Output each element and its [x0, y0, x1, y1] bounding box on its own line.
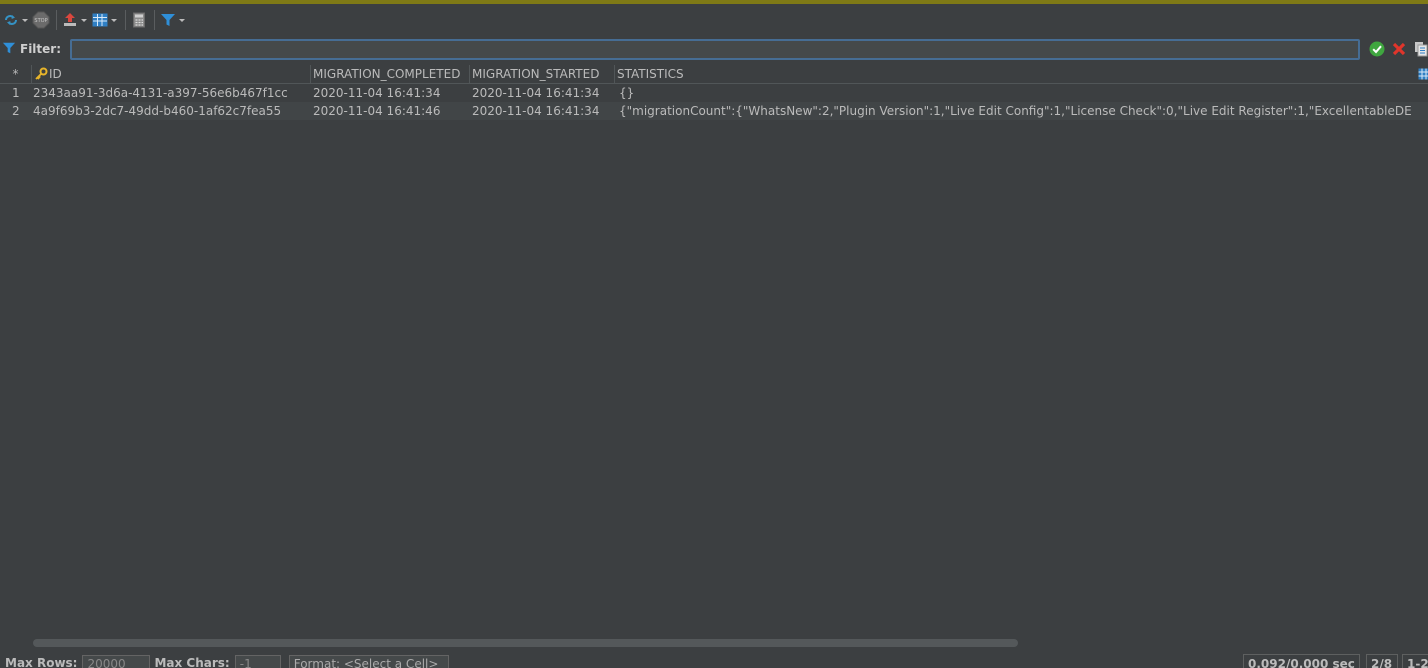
column-header-id-label: ID — [49, 67, 62, 81]
max-rows-input[interactable]: 20000 — [82, 655, 151, 668]
primary-key-icon — [34, 67, 48, 81]
query-timing: 0.092/0.000 sec — [1243, 654, 1360, 668]
cell-migration-completed[interactable]: 2020-11-04 16:41:34 — [313, 84, 468, 102]
window-accent-bar — [0, 0, 1428, 4]
column-header-statistics[interactable]: STATISTICS — [615, 65, 1415, 83]
export-dropdown-chevron-icon[interactable] — [79, 11, 89, 29]
toolbar: STOP — [0, 6, 1428, 34]
calculator-icon — [130, 11, 148, 29]
cell-migration-started[interactable]: 2020-11-04 16:41:34 — [472, 102, 613, 120]
filter-input[interactable] — [70, 39, 1360, 60]
horizontal-scrollbar-thumb[interactable] — [33, 639, 1018, 647]
format-selector[interactable]: Format: <Select a Cell> — [288, 655, 449, 668]
grid-header: * ID MIGRATION_COMPLETED MIGRATION_START… — [0, 64, 1428, 84]
stop-button[interactable]: STOP — [32, 8, 50, 32]
cell-statistics[interactable]: {} — [619, 84, 1421, 102]
stop-icon: STOP — [32, 11, 50, 29]
row-number-header: * — [0, 65, 32, 83]
cell-migration-completed[interactable]: 2020-11-04 16:41:46 — [313, 102, 468, 120]
fetched-count: 2/8 — [1366, 654, 1398, 668]
toolbar-separator — [154, 10, 155, 30]
cell-id[interactable]: 4a9f69b3-2dc7-49dd-b460-1af62c7fea55 — [33, 102, 309, 120]
column-chooser-icon[interactable] — [1418, 68, 1428, 83]
horizontal-scrollbar[interactable] — [0, 636, 1428, 648]
filter-icon — [159, 11, 177, 29]
results-grid: * ID MIGRATION_COMPLETED MIGRATION_START… — [0, 64, 1428, 634]
cell-id[interactable]: 2343aa91-3d6a-4131-a397-56e6b467f1cc — [33, 84, 309, 102]
row-number: 2 — [12, 104, 20, 118]
column-header-migration-started[interactable]: MIGRATION_STARTED — [470, 65, 615, 83]
clear-filter-icon[interactable] — [1390, 40, 1408, 58]
export-icon — [61, 11, 79, 29]
column-header-migration-completed[interactable]: MIGRATION_COMPLETED — [311, 65, 470, 83]
filter-bar: Filter: — [0, 38, 1428, 60]
filter-dropdown-chevron-icon[interactable] — [177, 11, 187, 29]
filter-label: Filter: — [20, 42, 62, 56]
refresh-icon — [2, 11, 20, 29]
filter-history-icon[interactable] — [1412, 40, 1428, 58]
grid-dropdown-chevron-icon[interactable] — [109, 11, 119, 29]
max-chars-input[interactable]: -1 — [234, 655, 281, 668]
grid-view-button[interactable] — [91, 8, 119, 32]
apply-filter-icon[interactable] — [1368, 40, 1386, 58]
filter-label-group: Filter: — [2, 41, 70, 58]
filter-toolbar-button[interactable] — [159, 8, 187, 32]
status-bar: Max Rows: 20000 Max Chars: -1 Format: <S… — [0, 652, 1428, 668]
row-range: 1-2 — [1402, 654, 1428, 668]
filter-actions — [1368, 40, 1428, 58]
refresh-dropdown-chevron-icon[interactable] — [20, 11, 30, 29]
table-row[interactable]: 1 2343aa91-3d6a-4131-a397-56e6b467f1cc 2… — [0, 84, 1428, 102]
table-row[interactable]: 2 4a9f69b3-2dc7-49dd-b460-1af62c7fea55 2… — [0, 102, 1428, 120]
calculator-button[interactable] — [130, 8, 148, 32]
filter-funnel-icon — [2, 41, 16, 58]
stop-label: STOP — [34, 18, 47, 24]
export-button[interactable] — [61, 8, 89, 32]
grid-icon — [91, 11, 109, 29]
toolbar-separator — [125, 10, 126, 30]
toolbar-separator — [56, 10, 57, 30]
cell-migration-started[interactable]: 2020-11-04 16:41:34 — [472, 84, 613, 102]
max-chars-label: Max Chars: — [154, 656, 230, 668]
cell-statistics[interactable]: {"migrationCount":{"WhatsNew":2,"Plugin … — [619, 102, 1421, 120]
column-header-id[interactable]: ID — [32, 65, 311, 83]
row-number: 1 — [12, 86, 20, 100]
max-rows-label: Max Rows: — [5, 656, 78, 668]
refresh-button[interactable] — [2, 8, 30, 32]
